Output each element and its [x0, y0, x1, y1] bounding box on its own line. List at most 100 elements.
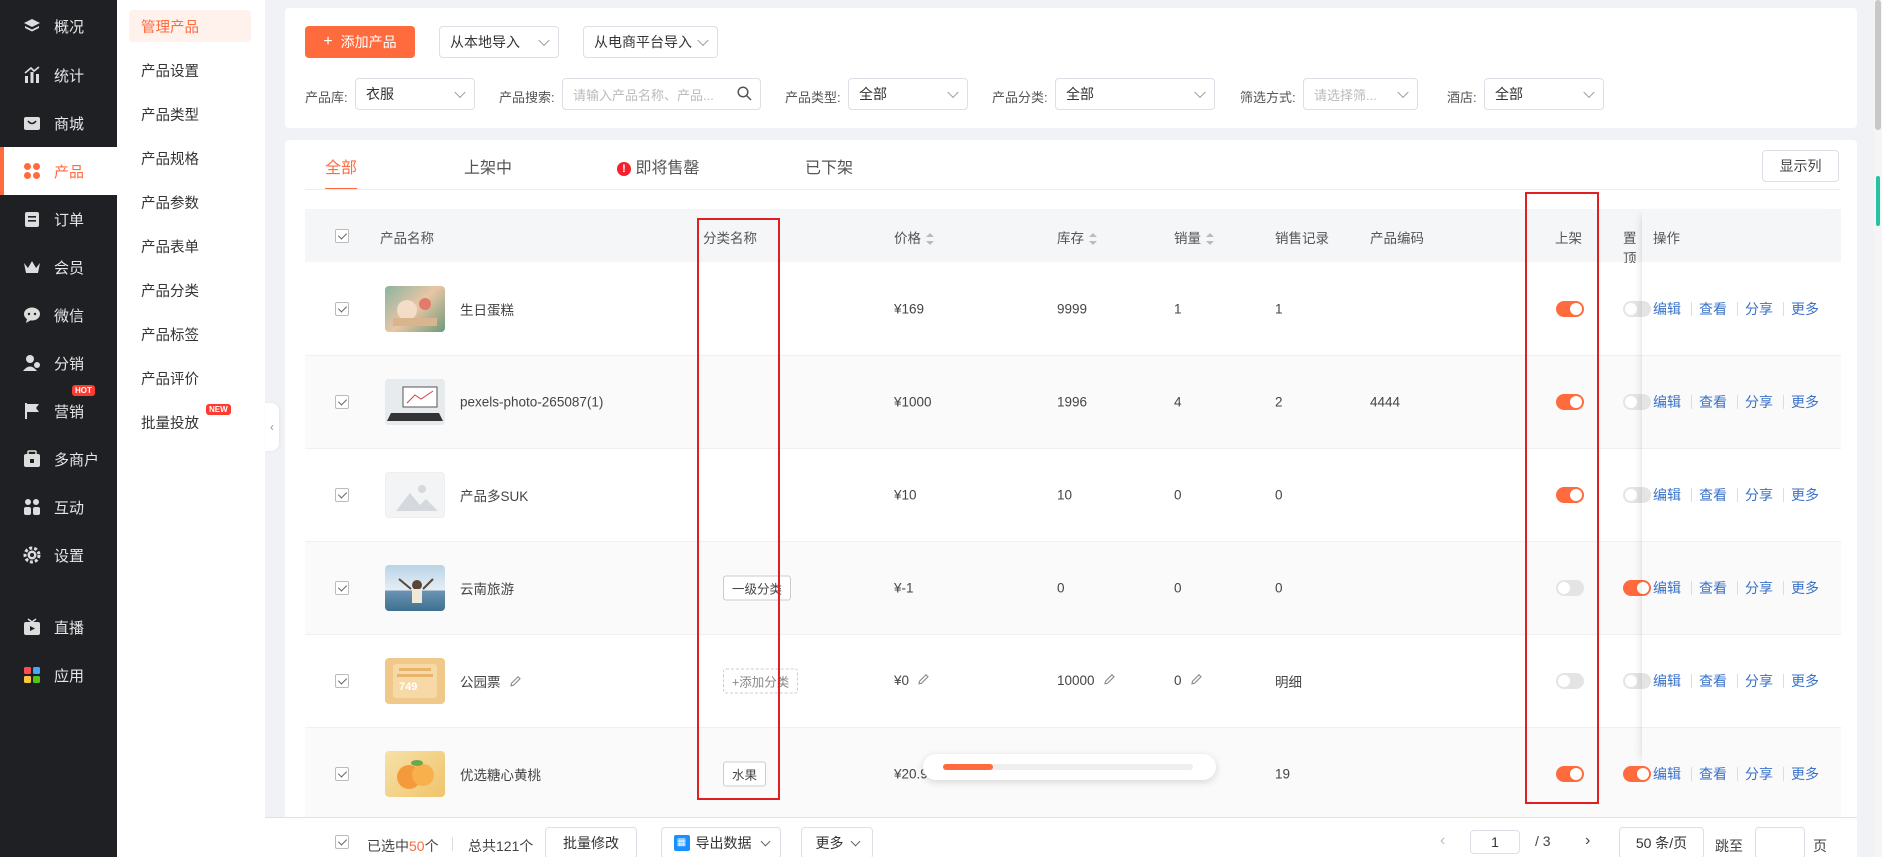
view-action-link[interactable]: 查看 [1699, 671, 1727, 691]
category-select[interactable]: 全部 [1055, 78, 1215, 110]
nav-item-settings[interactable]: 设置 [0, 531, 117, 579]
more-action-link[interactable]: 更多 [1791, 299, 1819, 319]
row-checkbox[interactable] [335, 581, 349, 595]
product-name[interactable]: 产品多SUK [460, 485, 528, 505]
edit-action-link[interactable]: 编辑 [1653, 578, 1681, 598]
batch-edit-button[interactable]: 批量修改 [545, 827, 637, 857]
share-action-link[interactable]: 分享 [1745, 299, 1773, 319]
import-platform-dropdown[interactable]: 从电商平台导入 [583, 26, 718, 58]
product-name[interactable]: 云南旅游 [460, 578, 514, 598]
row-checkbox[interactable] [335, 767, 349, 781]
import-local-dropdown[interactable]: 从本地导入 [439, 26, 559, 58]
view-action-link[interactable]: 查看 [1699, 392, 1727, 412]
nav-item-interaction[interactable]: 互动 [0, 483, 117, 531]
edit-pencil-icon[interactable] [509, 675, 522, 691]
tab-selling-out[interactable]: ! 即将售罄 [617, 154, 699, 190]
edit-action-link[interactable]: 编辑 [1653, 392, 1681, 412]
row-checkbox[interactable] [335, 674, 349, 688]
category-tag[interactable]: 一级分类 [723, 575, 792, 601]
next-page-icon[interactable]: › [1585, 832, 1590, 850]
nav-item-wechat[interactable]: 微信 [0, 291, 117, 339]
nav-item-distribution[interactable]: 分销 [0, 339, 117, 387]
share-action-link[interactable]: 分享 [1745, 671, 1773, 691]
on-shelf-toggle[interactable] [1556, 301, 1584, 317]
more-action-link[interactable]: 更多 [1791, 671, 1819, 691]
product-name[interactable]: 生日蛋糕 [460, 299, 514, 319]
tab-all[interactable]: 全部 [325, 154, 358, 190]
add-category-button[interactable]: +添加分类 [723, 668, 799, 694]
add-product-button[interactable]: + 添加产品 [305, 26, 415, 58]
category-tag[interactable]: 水果 [723, 761, 767, 787]
show-columns-button[interactable]: 显示列 [1762, 150, 1839, 182]
share-action-link[interactable]: 分享 [1745, 485, 1773, 505]
scrollbar-thumb[interactable] [1875, 0, 1881, 130]
footer-select-all-checkbox[interactable] [335, 835, 349, 849]
col-price[interactable]: 价格 [894, 227, 934, 247]
product-price[interactable]: ¥0 [894, 673, 930, 689]
edit-pencil-icon[interactable] [1190, 673, 1203, 689]
product-sales[interactable]: 0 [1174, 673, 1203, 689]
collapse-submenu-button[interactable]: ‹ [265, 403, 279, 451]
submenu-manage-products[interactable]: 管理产品 [129, 10, 251, 42]
vertical-scrollbar[interactable] [1874, 0, 1882, 857]
top-toggle[interactable] [1623, 766, 1651, 782]
search-input[interactable]: 请输入产品名称、产品... [562, 78, 761, 110]
type-select[interactable]: 全部 [848, 78, 968, 110]
product-name[interactable]: 优选糖心黄桃 [460, 764, 541, 784]
on-shelf-toggle[interactable] [1556, 766, 1584, 782]
nav-item-stats[interactable]: 统计 [0, 51, 117, 99]
row-checkbox[interactable] [335, 302, 349, 316]
more-action-link[interactable]: 更多 [1791, 578, 1819, 598]
select-all-checkbox[interactable] [335, 229, 349, 243]
on-shelf-toggle[interactable] [1556, 673, 1584, 689]
view-action-link[interactable]: 查看 [1699, 578, 1727, 598]
more-action-link[interactable]: 更多 [1791, 392, 1819, 412]
share-action-link[interactable]: 分享 [1745, 578, 1773, 598]
view-action-link[interactable]: 查看 [1699, 299, 1727, 319]
view-action-link[interactable]: 查看 [1699, 485, 1727, 505]
sales-record[interactable]: 19 [1275, 767, 1290, 782]
on-shelf-toggle[interactable] [1556, 394, 1584, 410]
product-name[interactable]: 公园票 [460, 671, 522, 691]
sales-record[interactable]: 0 [1275, 488, 1283, 503]
edit-action-link[interactable]: 编辑 [1653, 671, 1681, 691]
on-shelf-toggle[interactable] [1556, 580, 1584, 596]
nav-item-apps[interactable]: 应用 [0, 651, 117, 699]
nav-item-shop[interactable]: 商城 [0, 99, 117, 147]
sales-record[interactable]: 1 [1275, 302, 1283, 317]
share-action-link[interactable]: 分享 [1745, 764, 1773, 784]
edit-action-link[interactable]: 编辑 [1653, 485, 1681, 505]
sales-record-detail-link[interactable]: 明细 [1275, 671, 1302, 691]
nav-item-multi-merchant[interactable]: 多商户 [0, 435, 117, 483]
on-shelf-toggle[interactable] [1556, 487, 1584, 503]
tab-on-sale[interactable]: 上架中 [464, 154, 512, 190]
filter-mode-select[interactable]: 请选择筛... [1303, 78, 1418, 110]
sales-record[interactable]: 0 [1275, 581, 1283, 596]
more-actions-button[interactable]: 更多 [801, 827, 873, 857]
nav-item-members[interactable]: 会员 [0, 243, 117, 291]
more-action-link[interactable]: 更多 [1791, 764, 1819, 784]
edit-action-link[interactable]: 编辑 [1653, 764, 1681, 784]
sales-record[interactable]: 2 [1275, 395, 1283, 410]
edit-action-link[interactable]: 编辑 [1653, 299, 1681, 319]
page-input[interactable]: 1 [1470, 830, 1520, 854]
prev-page-icon[interactable]: ‹ [1440, 832, 1445, 850]
jump-page-input[interactable] [1755, 827, 1805, 857]
more-action-link[interactable]: 更多 [1791, 485, 1819, 505]
row-checkbox[interactable] [335, 395, 349, 409]
tab-off-shelf[interactable]: 已下架 [805, 154, 853, 190]
product-name[interactable]: pexels-photo-265087(1) [460, 395, 603, 410]
share-action-link[interactable]: 分享 [1745, 392, 1773, 412]
edit-pencil-icon[interactable] [1103, 673, 1116, 689]
nav-item-orders[interactable]: 订单 [0, 195, 117, 243]
hotel-select[interactable]: 全部 [1484, 78, 1604, 110]
row-checkbox[interactable] [335, 488, 349, 502]
nav-item-overview[interactable]: 概况 [0, 2, 117, 50]
export-data-button[interactable]: ▦ 导出数据 [661, 827, 781, 857]
col-stock[interactable]: 库存 [1057, 227, 1097, 247]
nav-item-marketing[interactable]: 营销 HOT [0, 385, 117, 435]
library-select[interactable]: 衣服 [355, 78, 475, 110]
view-action-link[interactable]: 查看 [1699, 764, 1727, 784]
edit-pencil-icon[interactable] [917, 673, 930, 689]
nav-item-product[interactable]: 产品 [0, 147, 117, 195]
